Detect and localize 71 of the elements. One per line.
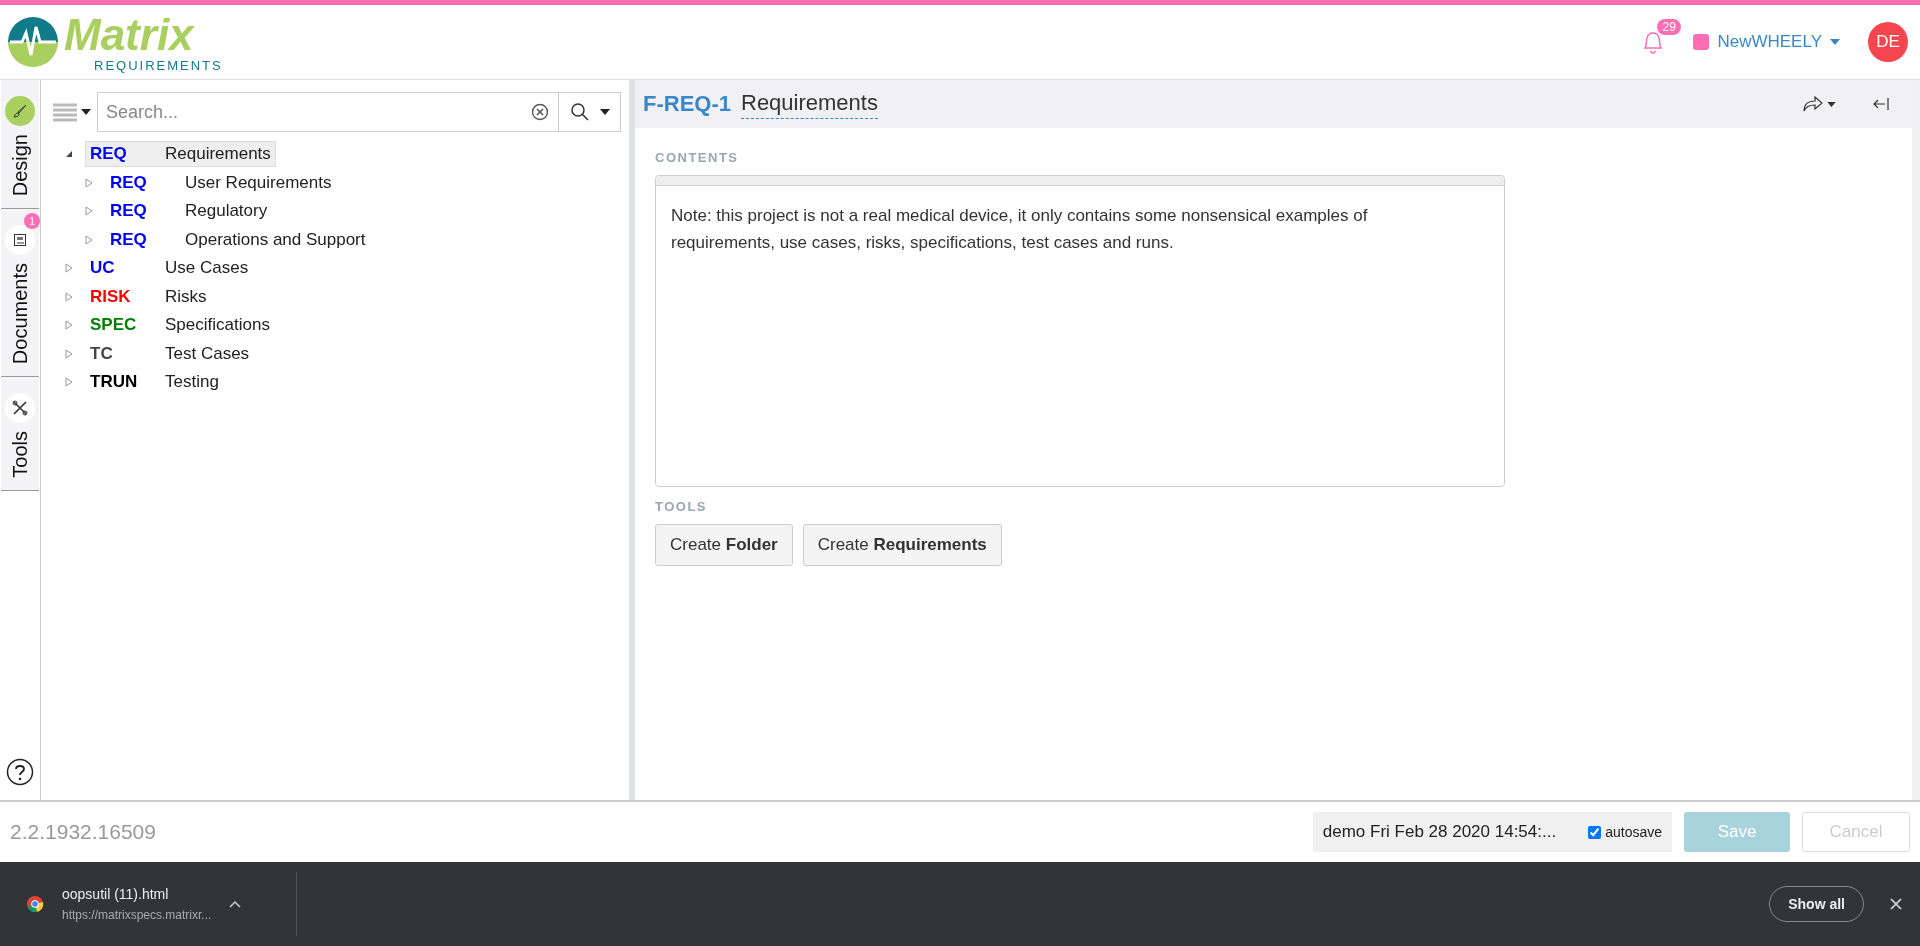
caret-icon	[81, 109, 91, 115]
tree-item[interactable]: REQ User Requirements	[105, 169, 337, 196]
collapse-panel-icon[interactable]	[1872, 96, 1890, 112]
section-label: TOOLS	[655, 499, 709, 514]
version-text: 2.2.1932.16509	[10, 820, 156, 844]
logo-title: Matrix	[64, 12, 196, 57]
browser-icon	[26, 895, 44, 913]
tools-icon	[12, 400, 28, 417]
tree-item-label: Test Cases	[165, 343, 250, 364]
tree-item-label: Testing	[165, 372, 219, 393]
book-icon	[13, 233, 27, 248]
download-url: https://matrixspecs.matrixr...	[62, 908, 212, 922]
session-text: demo Fri Feb 28 2020 14:54:...	[1322, 822, 1557, 842]
tree-item-label: User Requirements	[185, 172, 332, 193]
tree-item-label: Operations and Support	[185, 229, 366, 250]
tree-item-prefix: UC	[90, 258, 116, 279]
tree-item[interactable]: TRUN Testing	[85, 369, 224, 396]
search-icon	[569, 102, 590, 122]
logo-icon	[6, 15, 60, 69]
tree-item-label: Regulatory	[185, 201, 268, 222]
search-field[interactable]: Search...	[97, 92, 559, 132]
menu-icon	[53, 102, 77, 122]
tree-item-prefix: SPEC	[90, 315, 138, 336]
contents-text: Note: this project is not a real medical device, it only contains some nonsensical examples of requirements, use cases, risks, specifications, test cases and runs.	[671, 205, 1369, 254]
logo-subtitle: REQUIREMENTS	[94, 58, 223, 72]
tree-item-prefix: RISK	[90, 286, 132, 307]
notification-count: 29	[1657, 19, 1681, 35]
caret-icon	[599, 109, 610, 115]
sidebar-tab[interactable]: 1 Documents	[1, 209, 39, 378]
chevron-up-icon[interactable]	[229, 900, 242, 908]
search-button[interactable]	[559, 92, 621, 132]
caret-icon	[1827, 101, 1836, 107]
tree-item-prefix: TRUN	[90, 372, 139, 393]
tree-item[interactable]: REQ Regulatory	[105, 198, 273, 225]
user-avatar[interactable]: DE	[1868, 22, 1908, 62]
share-icon	[1802, 95, 1824, 113]
tree-item-prefix: REQ	[110, 201, 148, 222]
create-button[interactable]: Create Requirements	[802, 524, 1002, 566]
contents-box[interactable]: Note: this project is not a real medical device, it only contains some nonsensical examples of requirements, use cases, risks, specifications, test cases and runs.	[655, 175, 1505, 487]
help-icon[interactable]	[6, 758, 34, 786]
tree-item-label: Specifications	[165, 315, 270, 336]
tree-item[interactable]: REQ Operations and Support	[105, 226, 371, 253]
tree-item-label: Requirements	[165, 144, 271, 165]
tree-item[interactable]: UC Use Cases	[85, 255, 254, 282]
caret-icon	[1830, 39, 1840, 45]
autosave-label: autosave	[1605, 824, 1662, 840]
tree-item-prefix: REQ	[110, 229, 148, 250]
brush-icon	[12, 103, 28, 119]
item-id: F-REQ-1	[643, 91, 731, 117]
tree-item-prefix: TC	[90, 343, 114, 364]
share-button[interactable]	[1802, 95, 1836, 113]
close-icon[interactable]	[1890, 898, 1902, 910]
create-button[interactable]: Create Folder	[655, 524, 793, 566]
sidebar-tab[interactable]: Design	[1, 80, 39, 210]
clear-icon[interactable]	[531, 103, 549, 121]
tree-item[interactable]: SPEC Specifications	[85, 312, 275, 339]
item-title[interactable]: Requirements	[741, 89, 878, 119]
tree-item-label: Risks	[165, 286, 207, 307]
tree-item-prefix: REQ	[110, 172, 148, 193]
sidebar-tab[interactable]: Tools	[1, 377, 39, 492]
tab-badge: 1	[24, 213, 40, 230]
tree-item-label: Use Cases	[165, 258, 249, 279]
autosave-checkbox[interactable]	[1588, 825, 1602, 839]
tree-item[interactable]: TC Test Cases	[85, 340, 255, 367]
section-label: CONTENTS	[655, 150, 740, 165]
tree-item[interactable]: RISK Risks	[85, 283, 212, 310]
show-all-button[interactable]: Show all	[1769, 886, 1864, 922]
tree-item-prefix: REQ	[90, 144, 128, 165]
project-selector[interactable]: NewWHEELY	[1693, 32, 1840, 52]
download-filename[interactable]: oopsutil (11).html	[62, 886, 212, 902]
tree-item[interactable]: REQ Requirements	[85, 141, 276, 168]
